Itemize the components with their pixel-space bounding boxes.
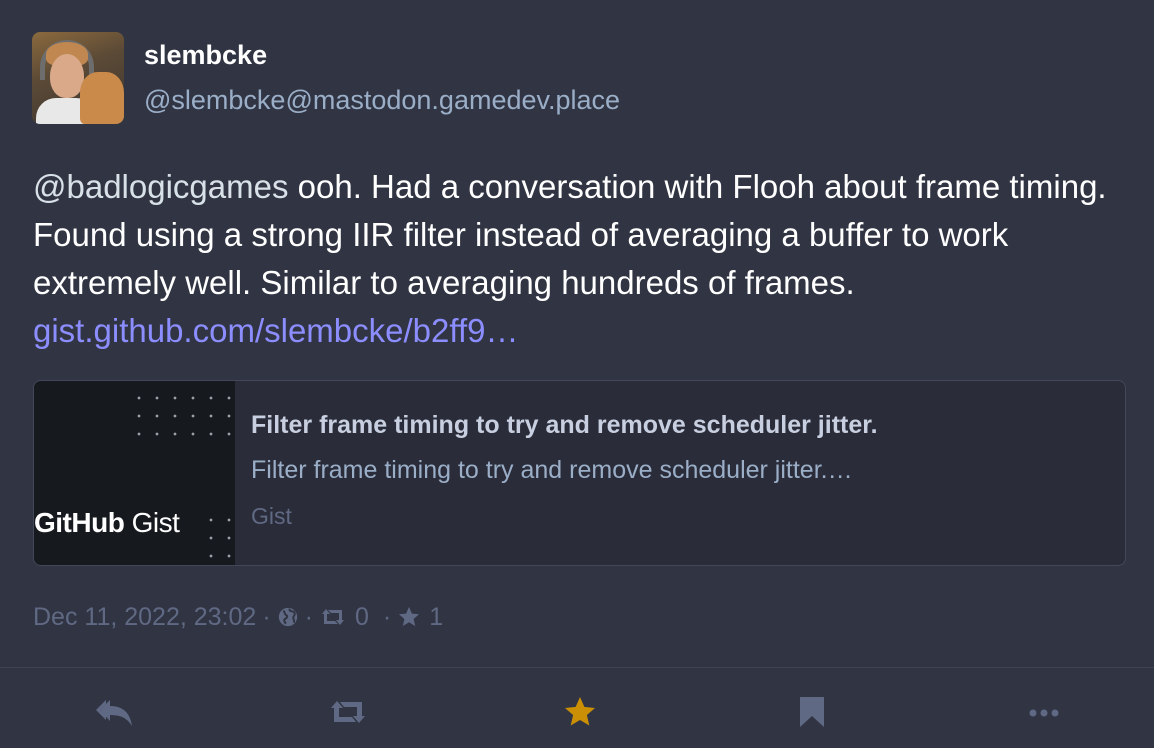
star-icon — [562, 694, 598, 735]
status-meta: Dec 11, 2022, 23:02 · · 0 · 1 — [33, 600, 451, 634]
avatar-cat — [80, 72, 124, 124]
thumbnail-dot-pattern-small — [202, 511, 235, 561]
display-name[interactable]: slembcke — [144, 40, 267, 71]
card-thumbnail: GitHub Gist — [34, 381, 235, 565]
reply-button[interactable] — [96, 694, 136, 734]
mention-link[interactable]: @badlogicgames — [33, 168, 288, 205]
status-content: @badlogicgames ooh. Had a conversation w… — [33, 163, 1133, 355]
boost-icon — [328, 697, 368, 732]
card-provider: Gist — [251, 503, 292, 529]
reblog-count: 0 — [354, 602, 369, 631]
thumbnail-dot-pattern — [130, 389, 235, 449]
bookmark-button[interactable] — [792, 694, 832, 734]
meta-separator: · — [304, 602, 313, 631]
github-gist-logo: GitHub Gist — [34, 507, 180, 538]
reply-icon — [96, 696, 136, 733]
more-button[interactable] — [1024, 694, 1064, 734]
avatar[interactable] — [32, 32, 124, 124]
globe-icon — [277, 606, 299, 628]
meta-separator: · — [262, 602, 271, 631]
gist-link[interactable]: gist.github.com/slembcke/b2ff9… — [33, 312, 518, 349]
card-title: Filter frame timing to try and remove sc… — [251, 411, 878, 439]
link-preview-card[interactable]: GitHub Gist Filter frame timing to try a… — [33, 380, 1126, 566]
boost-button[interactable] — [328, 694, 368, 734]
bookmark-icon — [799, 696, 825, 733]
action-bar — [0, 668, 1154, 748]
favourite-button[interactable] — [560, 694, 600, 734]
status-timestamp[interactable]: Dec 11, 2022, 23:02 — [33, 603, 256, 632]
card-body: Filter frame timing to try and remove sc… — [251, 411, 1111, 530]
meta-separator: · — [382, 602, 392, 631]
more-icon — [1028, 705, 1060, 723]
favourite-count-icon — [397, 605, 421, 629]
avatar-face — [50, 54, 84, 98]
account-handle[interactable]: @slembcke@mastodon.gamedev.place — [144, 85, 620, 116]
boost-count-icon — [319, 606, 347, 628]
card-description: Filter frame timing to try and remove sc… — [251, 456, 853, 484]
favourite-count: 1 — [429, 602, 444, 631]
